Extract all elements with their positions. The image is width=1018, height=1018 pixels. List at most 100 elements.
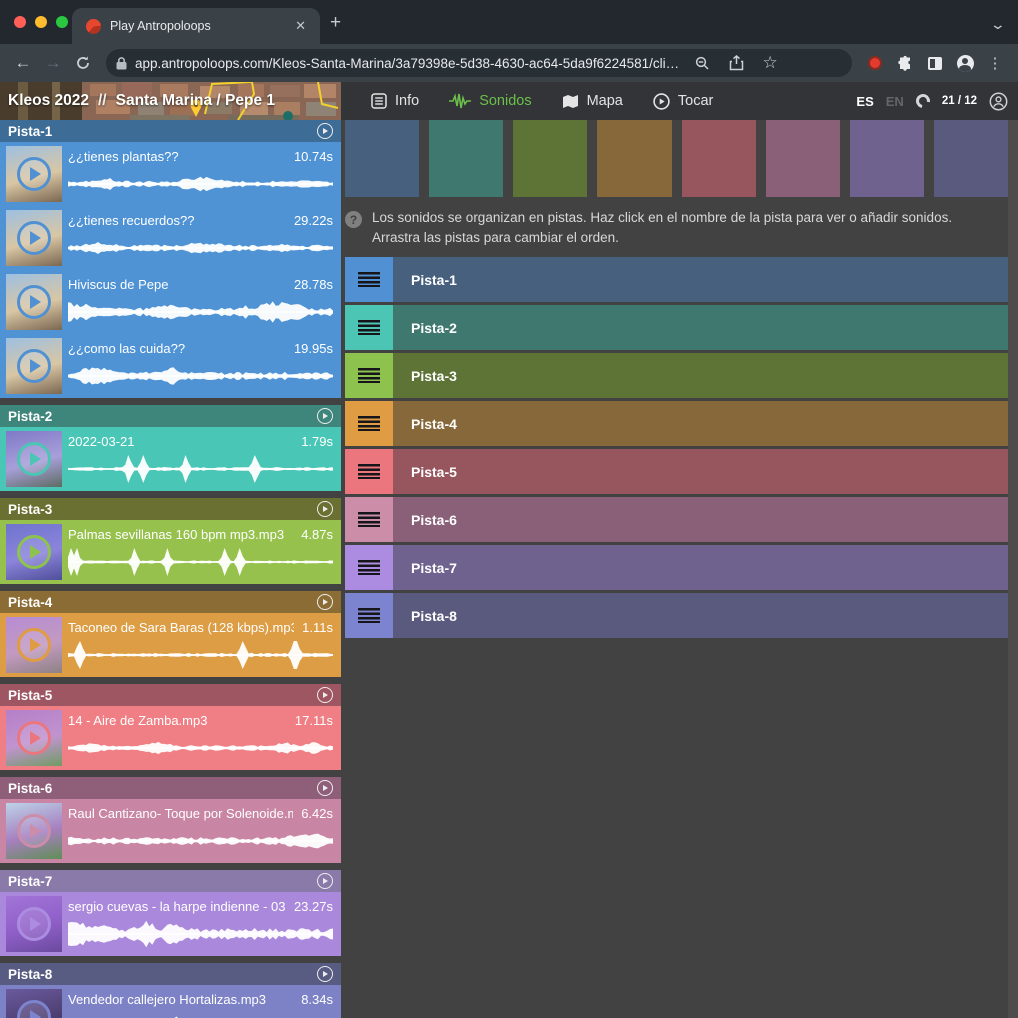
- zoom-out-icon[interactable]: [687, 48, 717, 78]
- track-play-button[interactable]: [317, 501, 333, 517]
- audio-clip[interactable]: 14 - Aire de Zamba.mp317.11s: [0, 706, 341, 770]
- clip-thumbnail[interactable]: [6, 896, 62, 952]
- clip-play-overlay-icon[interactable]: [17, 221, 51, 255]
- track-row[interactable]: Pista-7: [345, 545, 1008, 590]
- nav-item-info[interactable]: Info: [363, 93, 427, 109]
- clip-play-overlay-icon[interactable]: [17, 907, 51, 941]
- side-panel-icon[interactable]: [920, 48, 950, 78]
- new-tab-button[interactable]: +: [330, 14, 341, 32]
- track-row[interactable]: Pista-8: [345, 593, 1008, 638]
- track-play-button[interactable]: [317, 594, 333, 610]
- sidebar-track-header[interactable]: Pista-2: [0, 405, 341, 427]
- track-row[interactable]: Pista-2: [345, 305, 1008, 350]
- tab-search-chevron-icon[interactable]: ⌄: [990, 16, 1006, 33]
- clip-thumbnail[interactable]: [6, 338, 62, 394]
- remix-banner[interactable]: Kleos 2022 // Santa Marina / Pepe 1: [0, 82, 341, 120]
- clip-thumbnail[interactable]: [6, 524, 62, 580]
- clip-play-overlay-icon[interactable]: [17, 157, 51, 191]
- track-row[interactable]: Pista-4: [345, 401, 1008, 446]
- sidebar-track-header[interactable]: Pista-7: [0, 870, 341, 892]
- clip-thumbnail[interactable]: [6, 803, 62, 859]
- drag-handle[interactable]: [345, 593, 393, 638]
- clip-play-overlay-icon[interactable]: [17, 535, 51, 569]
- clip-thumbnail[interactable]: [6, 274, 62, 330]
- track-row-body[interactable]: Pista-1: [393, 257, 1008, 302]
- clip-play-overlay-icon[interactable]: [17, 285, 51, 319]
- audio-clip[interactable]: Vendedor callejero Hortalizas.mp38.34s: [0, 985, 341, 1018]
- track-play-button[interactable]: [317, 873, 333, 889]
- forward-button[interactable]: →: [38, 48, 68, 78]
- clip-thumbnail[interactable]: [6, 710, 62, 766]
- clip-play-overlay-icon[interactable]: [17, 628, 51, 662]
- sidebar-track-header[interactable]: Pista-1: [0, 120, 341, 142]
- sidebar-track-header[interactable]: Pista-8: [0, 963, 341, 985]
- account-icon[interactable]: [989, 92, 1008, 111]
- track-row[interactable]: Pista-6: [345, 497, 1008, 542]
- track-row[interactable]: Pista-3: [345, 353, 1008, 398]
- lang-en-toggle[interactable]: EN: [886, 94, 904, 109]
- clip-thumbnail[interactable]: [6, 617, 62, 673]
- track-row[interactable]: Pista-1: [345, 257, 1008, 302]
- track-row-body[interactable]: Pista-8: [393, 593, 1008, 638]
- audio-clip[interactable]: ¿¿tienes plantas??10.74s: [0, 142, 341, 206]
- track-row-body[interactable]: Pista-5: [393, 449, 1008, 494]
- page-scrollbar[interactable]: [1008, 120, 1018, 1018]
- audio-clip[interactable]: ¿¿tienes recuerdos??29.22s: [0, 206, 341, 270]
- drag-handle[interactable]: [345, 401, 393, 446]
- audio-clip[interactable]: Hiviscus de Pepe28.78s: [0, 270, 341, 334]
- zoom-window-button[interactable]: [56, 16, 68, 28]
- share-icon[interactable]: [721, 48, 751, 78]
- lock-icon[interactable]: [116, 57, 127, 70]
- tab-close-icon[interactable]: ✕: [291, 16, 310, 36]
- clip-play-overlay-icon[interactable]: [17, 349, 51, 383]
- track-row-body[interactable]: Pista-4: [393, 401, 1008, 446]
- track-row-body[interactable]: Pista-7: [393, 545, 1008, 590]
- track-row[interactable]: Pista-5: [345, 449, 1008, 494]
- clip-thumbnail[interactable]: [6, 989, 62, 1018]
- audio-clip[interactable]: ¿¿como las cuida??19.95s: [0, 334, 341, 398]
- extensions-puzzle-icon[interactable]: [890, 48, 920, 78]
- clip-thumbnail[interactable]: [6, 431, 62, 487]
- bookmark-star-icon[interactable]: ☆: [755, 48, 785, 78]
- audio-clip[interactable]: Raul Cantizano- Toque por Solenoide.mp36…: [0, 799, 341, 863]
- back-button[interactable]: ←: [8, 48, 38, 78]
- clip-play-overlay-icon[interactable]: [17, 442, 51, 476]
- track-play-button[interactable]: [317, 408, 333, 424]
- clip-play-overlay-icon[interactable]: [17, 721, 51, 755]
- drag-handle[interactable]: [345, 305, 393, 350]
- clip-play-overlay-icon[interactable]: [17, 814, 51, 848]
- nav-item-mapa[interactable]: Mapa: [554, 93, 631, 109]
- clip-thumbnail[interactable]: [6, 146, 62, 202]
- track-play-button[interactable]: [317, 687, 333, 703]
- lang-es-toggle[interactable]: ES: [856, 94, 873, 109]
- close-window-button[interactable]: [14, 16, 26, 28]
- profile-avatar-icon[interactable]: [950, 48, 980, 78]
- sidebar-track-header[interactable]: Pista-5: [0, 684, 341, 706]
- record-extension-icon[interactable]: [860, 48, 890, 78]
- audio-clip[interactable]: Palmas sevillanas 160 bpm mp3.mp34.87s: [0, 520, 341, 584]
- sidebar-track-header[interactable]: Pista-6: [0, 777, 341, 799]
- audio-clip[interactable]: 2022-03-211.79s: [0, 427, 341, 491]
- drag-handle[interactable]: [345, 497, 393, 542]
- track-row-body[interactable]: Pista-2: [393, 305, 1008, 350]
- drag-handle[interactable]: [345, 545, 393, 590]
- drag-handle[interactable]: [345, 353, 393, 398]
- nav-item-sonidos[interactable]: Sonidos: [441, 93, 539, 109]
- nav-item-tocar[interactable]: Tocar: [645, 93, 721, 110]
- track-play-button[interactable]: [317, 966, 333, 982]
- audio-clip[interactable]: sergio cuevas - la harpe indienne - 03 -…: [0, 892, 341, 956]
- track-play-button[interactable]: [317, 780, 333, 796]
- drag-handle[interactable]: [345, 257, 393, 302]
- menu-kebab-icon[interactable]: ⋮: [980, 48, 1010, 78]
- help-question-icon[interactable]: ?: [345, 211, 362, 228]
- reload-button[interactable]: [68, 48, 98, 78]
- clip-play-overlay-icon[interactable]: [17, 1000, 51, 1018]
- address-bar[interactable]: app.antropoloops.com/Kleos-Santa-Marina/…: [106, 49, 852, 77]
- track-row-body[interactable]: Pista-3: [393, 353, 1008, 398]
- track-row-body[interactable]: Pista-6: [393, 497, 1008, 542]
- minimize-window-button[interactable]: [35, 16, 47, 28]
- track-play-button[interactable]: [317, 123, 333, 139]
- drag-handle[interactable]: [345, 449, 393, 494]
- sidebar-track-header[interactable]: Pista-4: [0, 591, 341, 613]
- audio-clip[interactable]: Taconeo de Sara Baras (128 kbps).mp31.11…: [0, 613, 341, 677]
